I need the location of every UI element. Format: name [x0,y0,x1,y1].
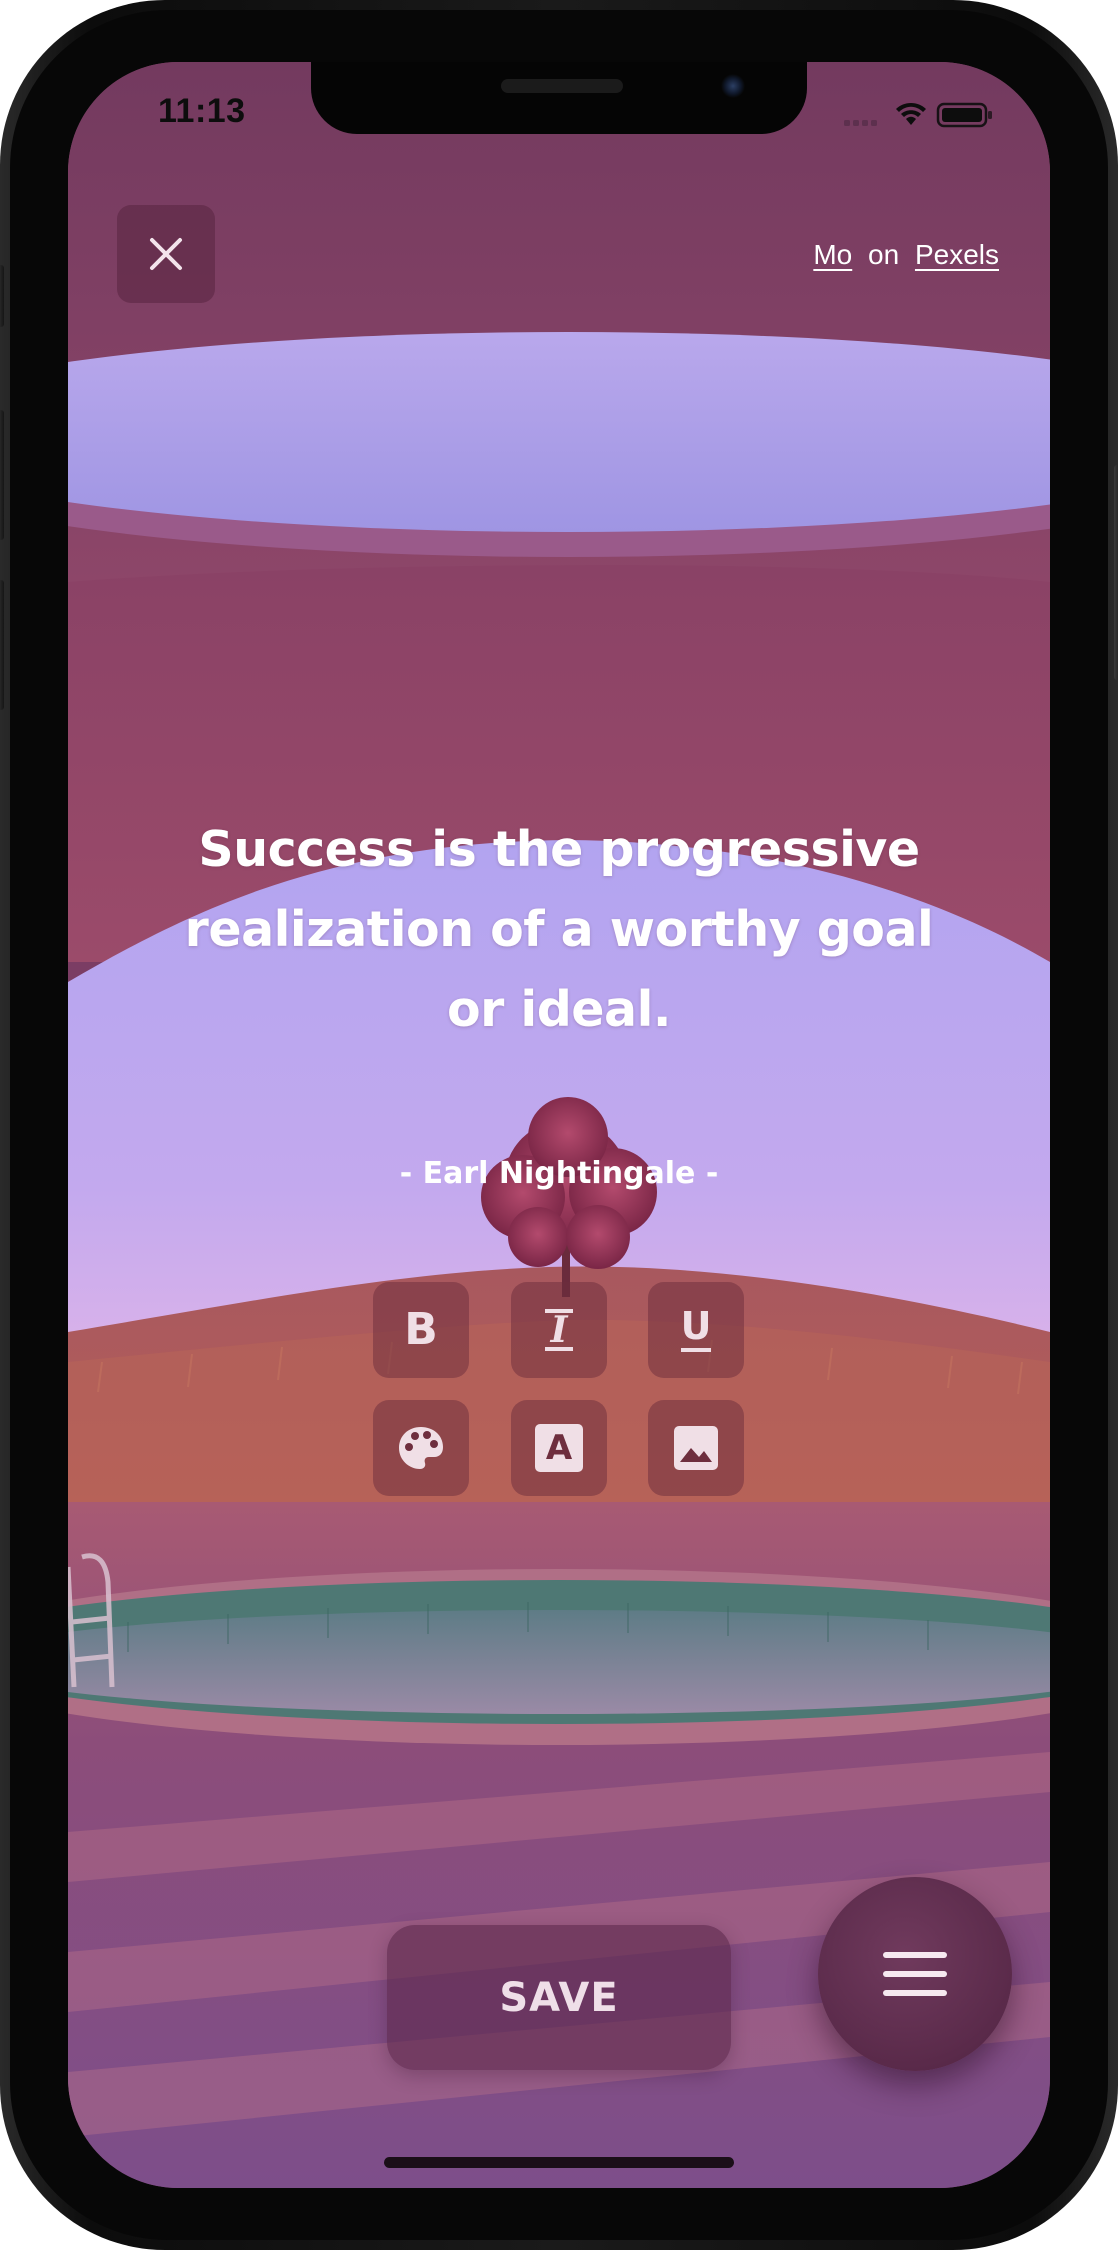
background-image-button[interactable] [648,1400,744,1496]
save-button[interactable]: SAVE [387,1925,731,2070]
palette-icon [399,1427,443,1469]
home-indicator[interactable] [384,2157,734,2168]
save-button-label: SAVE [499,1974,619,2021]
credit-separator: on [868,239,900,270]
background-image [68,62,1050,2188]
bold-icon: B [404,1304,438,1355]
color-button[interactable] [373,1400,469,1496]
close-button[interactable] [117,205,215,303]
bold-button[interactable]: B [373,1282,469,1378]
volume-down-button [0,580,4,710]
quote-author: - Earl Nightingale - [399,1156,719,1191]
photographer-link[interactable]: Mo [813,239,852,270]
power-button [1114,465,1118,680]
wifi-icon [896,103,926,125]
underline-button[interactable]: U [648,1282,744,1378]
front-camera [721,74,745,98]
pexels-link[interactable]: Pexels [915,239,999,270]
photo-credit: Mo on Pexels [813,239,999,271]
image-icon [674,1426,718,1470]
app-screen: 11:13 Mo on Pexels Success is the progre… [68,62,1050,2188]
speaker-grille [501,79,623,93]
font-icon-letter: A [545,1428,573,1468]
menu-button[interactable] [818,1877,1012,2071]
italic-button[interactable]: I [511,1282,607,1378]
notch [311,62,807,134]
underline-icon: U [680,1307,712,1352]
quote-text: Success is the progressive realization o… [184,821,934,1038]
italic-icon: I [544,1309,574,1351]
close-icon [150,238,182,270]
status-icons [844,100,994,130]
font-button[interactable]: A [511,1400,607,1496]
cellular-signal-icon [844,120,877,126]
action-button [0,265,4,327]
menu-icon [883,1952,947,1996]
font-icon: A [535,1424,583,1472]
status-time: 11:13 [158,92,246,130]
phone-frame: 11:13 Mo on Pexels Success is the progre… [0,0,1118,2250]
volume-up-button [0,410,4,540]
battery-icon [936,102,992,128]
